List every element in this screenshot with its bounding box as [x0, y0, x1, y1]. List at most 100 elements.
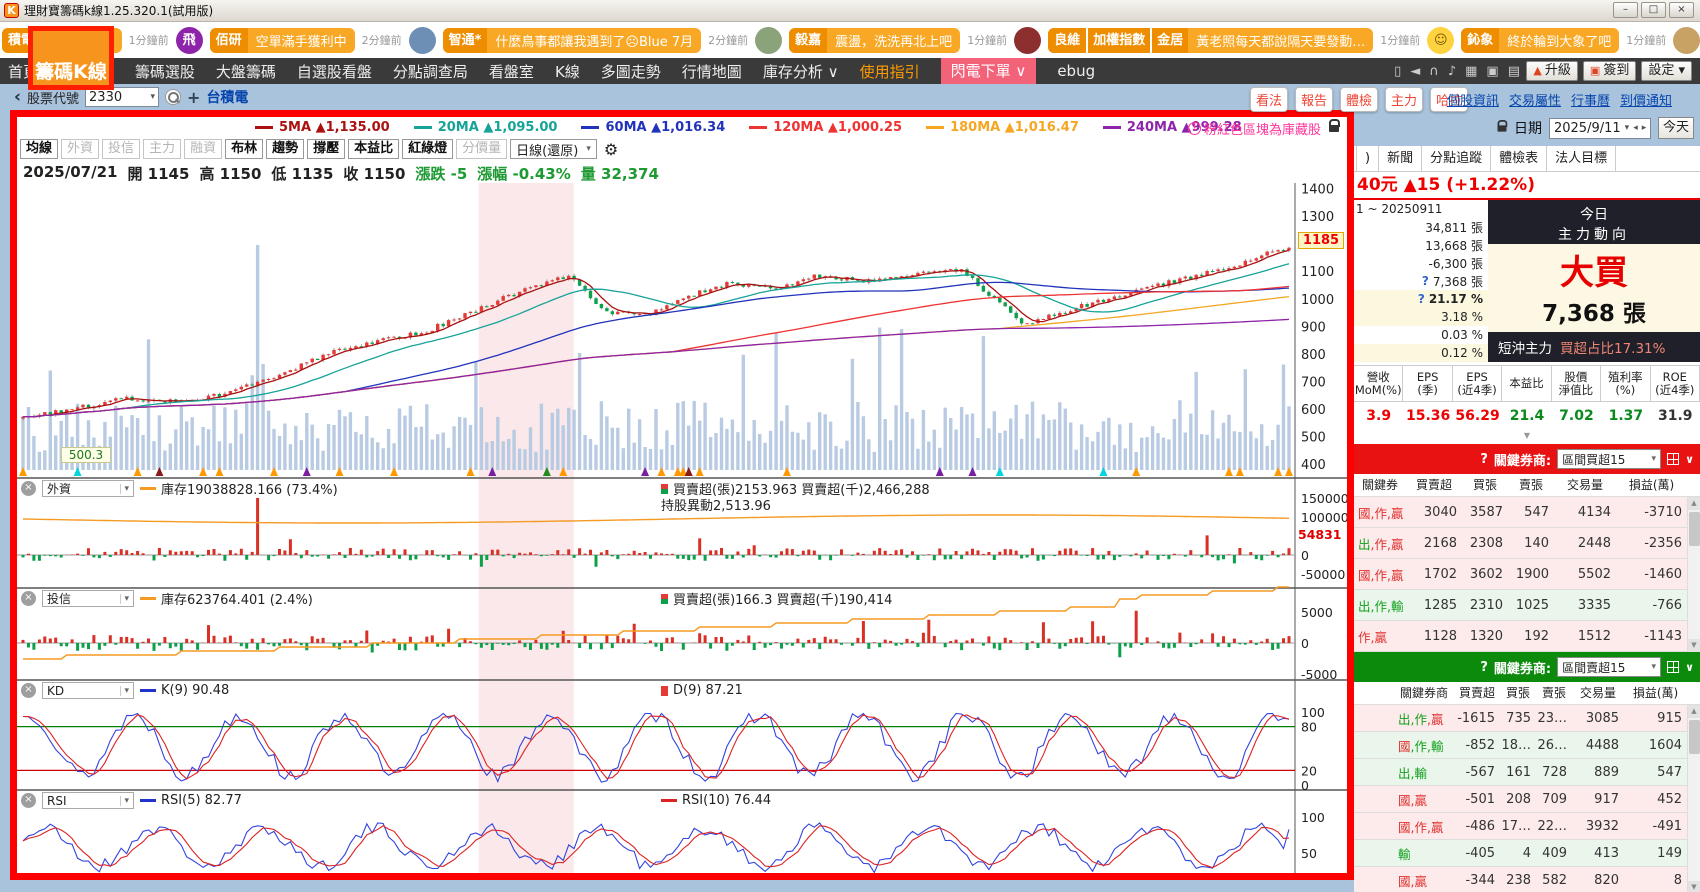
lock-icon[interactable] — [1329, 125, 1339, 132]
table-row[interactable]: 出,輸-567161728889547 — [1354, 759, 1700, 786]
view-button[interactable]: 體檢 — [1340, 87, 1378, 112]
menu-button[interactable]: ▣簽到 — [1583, 61, 1636, 81]
scrollbar[interactable]: ▲▼ — [1687, 497, 1700, 652]
column-header[interactable]: 賣張 — [1508, 474, 1554, 497]
avatar[interactable] — [1673, 27, 1700, 54]
sidebar-tab[interactable]: 體檢表 — [1491, 146, 1547, 171]
menu-item[interactable]: 行情地圖 — [682, 61, 742, 82]
help-icon[interactable]: ? — [1418, 292, 1425, 306]
toolbar-toggle-外資[interactable]: 外資 — [61, 139, 99, 159]
collapse-handle[interactable]: ▼ — [1354, 430, 1700, 444]
add-stock-button[interactable]: + — [187, 88, 200, 107]
chat-notification[interactable]: 佰研空單滿手獲利中 — [210, 28, 355, 53]
chat-notification[interactable]: 毅嘉震盪，洗洗再北上吧 — [789, 28, 960, 53]
tutorial-highlight-chip-kline[interactable]: 籌碼K線 — [28, 26, 114, 90]
menu-item[interactable]: 大盤籌碼 — [216, 61, 276, 82]
indicator-select[interactable]: 投信▾ — [42, 590, 134, 607]
quick-link[interactable]: 交易屬性 — [1509, 90, 1561, 109]
help-icon[interactable]: ? — [1422, 274, 1429, 288]
menu-item[interactable]: K線 — [555, 61, 580, 82]
avatar[interactable] — [409, 27, 436, 54]
column-header[interactable]: 買賣超 — [1406, 474, 1462, 497]
chat-notification[interactable]: 鈊象終於輪到大象了吧 — [1461, 28, 1619, 53]
menu-item[interactable]: 多圖走勢 — [601, 61, 661, 82]
stock-code-input[interactable]: 2330▾ — [85, 87, 159, 107]
menu-item[interactable]: 自選股看盤 — [297, 61, 372, 82]
avatar[interactable]: 飛 — [176, 27, 203, 54]
menu-item[interactable]: 閃電下單 ∨ — [941, 58, 1037, 84]
headset-icon[interactable]: ∩ — [1429, 64, 1439, 79]
view-button[interactable]: 報告 — [1295, 87, 1333, 112]
menu-item[interactable]: 使用指引 — [860, 61, 920, 82]
sidebar-tab[interactable]: ) — [1356, 146, 1379, 171]
table-row[interactable]: 國,作,贏1702360219005502-1460 — [1354, 559, 1700, 590]
table-row[interactable]: 作,贏112813201921512-1143 — [1354, 621, 1700, 652]
calendar-icon[interactable]: ▤ — [1508, 64, 1520, 79]
close-icon[interactable]: × — [21, 591, 36, 606]
window-icon[interactable]: ▣ — [1486, 64, 1498, 79]
back-arrow-icon[interactable]: ‹ — [14, 87, 21, 107]
next-day-icon[interactable]: ▸ — [1642, 123, 1647, 133]
scroll-down-icon[interactable]: ▼ — [1688, 881, 1700, 892]
column-header[interactable]: 損益(萬) — [1624, 682, 1687, 705]
phone-icon[interactable]: ▯ — [1394, 64, 1401, 79]
help-icon[interactable]: ? — [1480, 660, 1488, 675]
avatar[interactable] — [1014, 27, 1041, 54]
search-icon[interactable] — [165, 89, 181, 105]
quick-link[interactable]: 到價通知 — [1620, 90, 1672, 109]
menu-item[interactable]: 看盤室 — [489, 61, 534, 82]
toolbar-toggle-主力[interactable]: 主力 — [143, 139, 181, 159]
toolbar-toggle-分價量[interactable]: 分價量 — [456, 139, 507, 159]
grid-view-icon[interactable] — [1667, 453, 1679, 465]
stats-icon[interactable]: ▦ — [1465, 64, 1477, 79]
toolbar-toggle-趨勢[interactable]: 趨勢 — [266, 139, 304, 159]
sidebar-tab[interactable]: 新聞 — [1379, 146, 1422, 171]
avatar[interactable]: ☺ — [1427, 27, 1454, 54]
indicator-select[interactable]: RSI▾ — [42, 792, 134, 809]
quick-link[interactable]: 行事曆 — [1571, 90, 1610, 109]
menu-button[interactable]: 設定 ▾ — [1641, 61, 1692, 81]
restore-button[interactable]: □ — [1641, 2, 1666, 18]
toolbar-toggle-融資[interactable]: 融資 — [184, 139, 222, 159]
column-header[interactable]: 買張 — [1500, 682, 1536, 705]
table-row[interactable]: 國,贏-3442385828208 — [1354, 867, 1700, 892]
view-button[interactable]: 主力 — [1385, 87, 1423, 112]
minimize-button[interactable]: – — [1613, 2, 1638, 18]
toolbar-toggle-布林[interactable]: 布林 — [225, 139, 263, 159]
toolbar-toggle-紅綠燈[interactable]: 紅綠燈 — [402, 139, 453, 159]
column-header[interactable]: 買張 — [1462, 474, 1508, 497]
sidebar-tab[interactable]: 分點追蹤 — [1422, 146, 1491, 171]
chat-notification[interactable]: 智通*什麼鳥事都讓我遇到了☹Blue 7月 — [443, 28, 702, 53]
column-header[interactable]: 交易量 — [1572, 682, 1624, 705]
table-row[interactable]: 出,作,贏-161573523…3085915 — [1354, 705, 1700, 732]
table-row[interactable]: 輸-4054409413149 — [1354, 840, 1700, 867]
stock-name-link[interactable]: 台積電 — [206, 87, 248, 107]
column-header[interactable]: 交易量 — [1554, 474, 1616, 497]
mic-icon[interactable]: ♪ — [1448, 64, 1456, 79]
column-header[interactable]: 關鍵券商 — [1394, 682, 1454, 705]
table-row[interactable]: 出,作,贏216823081402448-2356 — [1354, 528, 1700, 559]
column-header[interactable]: 賣張 — [1536, 682, 1572, 705]
scrollbar[interactable]: ▲▼ — [1687, 705, 1700, 892]
chevron-down-icon[interactable]: ▾ — [1625, 123, 1630, 133]
close-icon[interactable]: × — [21, 683, 36, 698]
table-row[interactable]: 出,作,輸1285231010253335-766 — [1354, 590, 1700, 621]
quick-link[interactable]: 個股資訊 — [1447, 90, 1499, 109]
scroll-thumb[interactable] — [1689, 512, 1700, 546]
scroll-up-icon[interactable]: ▲ — [1688, 497, 1700, 510]
close-icon[interactable]: × — [21, 481, 36, 496]
price-volume-indicator-plot[interactable]: 1400130012001100100090080070060050040015… — [17, 183, 1347, 873]
scroll-down-icon[interactable]: ▼ — [1688, 639, 1700, 652]
chevron-collapse-icon[interactable]: ∨ — [1685, 661, 1694, 674]
table-row[interactable]: 國,贏-501208709917452 — [1354, 786, 1700, 813]
menu-button[interactable]: ▲升級 — [1526, 61, 1577, 81]
indicator-select[interactable]: KD▾ — [42, 682, 134, 699]
period-select[interactable]: 日線(還原)▾ — [510, 139, 597, 159]
toolbar-toggle-本益比[interactable]: 本益比 — [348, 139, 399, 159]
grid-view-icon[interactable] — [1667, 661, 1679, 673]
table-row[interactable]: 國,作,輸-85218…26…44881604 — [1354, 732, 1700, 759]
chat-notification[interactable]: 良維加權指數金居黃老照每天都說隔天要發動… — [1048, 28, 1373, 53]
broker-filter-select[interactable]: 區間買超15▾ — [1557, 449, 1661, 469]
prev-day-icon[interactable]: ◂ — [1633, 123, 1638, 133]
scroll-thumb[interactable] — [1689, 720, 1700, 754]
